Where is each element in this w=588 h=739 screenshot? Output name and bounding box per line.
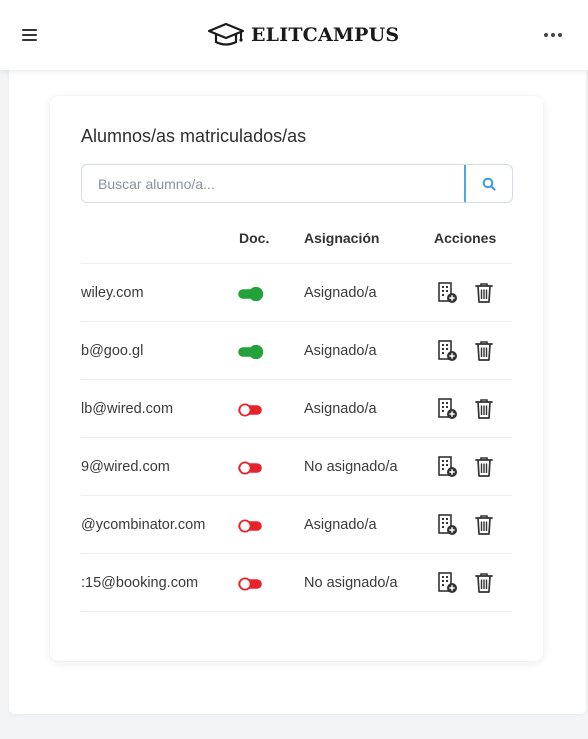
assignment-status: Asignado/a [304,517,377,533]
students-table: Doc. Asignación Acciones wiley.com Asigna… [81,224,512,612]
student-email: wiley.com [81,285,144,301]
doc-toggle-off[interactable] [238,403,264,417]
doc-toggle-off[interactable] [238,461,264,475]
search-button[interactable] [464,165,512,202]
card-title: Alumnos/as matriculados/as [81,126,307,146]
table-row: lb@wired.com Asignado/a [81,380,512,438]
assignment-status: No asignado/a [304,575,398,591]
building-add-icon[interactable] [437,571,459,595]
row-actions [436,455,496,479]
column-header-actions: Acciones [434,230,497,246]
column-header-doc: Doc. [239,230,270,246]
doc-toggle-on[interactable] [238,344,264,360]
hamburger-menu-icon[interactable] [22,27,40,43]
doc-toggle-off[interactable] [238,519,264,533]
table-row: @ycombinator.com Asignado/a [81,496,512,554]
brand-name: ELITCAMPUS [251,24,400,46]
assignment-status: Asignado/a [304,401,377,417]
student-email: 9@wired.com [81,459,170,475]
graduation-cap-icon [207,22,245,46]
assignment-status: Asignado/a [304,343,377,359]
more-horizontal-icon[interactable] [541,25,565,43]
table-row: 9@wired.com No asignado/a [81,438,512,496]
row-actions [436,397,496,421]
column-header-assignment: Asignación [304,230,380,246]
row-actions [436,571,496,595]
trash-icon[interactable] [473,571,495,595]
assignment-status: No asignado/a [304,459,398,475]
trash-icon[interactable] [473,339,495,363]
student-email: :15@booking.com [81,575,199,591]
building-add-icon[interactable] [437,281,459,305]
student-email: b@goo.gl [81,343,144,359]
building-add-icon[interactable] [437,339,459,363]
row-actions [436,513,496,537]
search-box [81,164,513,203]
top-bar: ELITCAMPUS [0,0,588,70]
student-email: lb@wired.com [81,401,174,417]
row-actions [436,339,496,363]
table-header: Doc. Asignación Acciones [81,224,512,264]
building-add-icon[interactable] [437,513,459,537]
row-actions [436,281,496,305]
assignment-status: Asignado/a [304,285,377,301]
table-row: wiley.com Asignado/a [81,264,512,322]
trash-icon[interactable] [473,513,495,537]
trash-icon[interactable] [473,281,495,305]
brand-logo[interactable]: ELITCAMPUS [207,20,399,50]
building-add-icon[interactable] [437,397,459,421]
student-email: @ycombinator.com [81,517,206,533]
trash-icon[interactable] [473,397,495,421]
table-body: wiley.com Asignado/a b@goo.gl Asignado/a lb@… [81,264,512,612]
table-row: :15@booking.com No asignado/a [81,554,512,612]
doc-toggle-on[interactable] [238,286,264,302]
building-add-icon[interactable] [437,455,459,479]
search-icon [482,177,496,191]
table-row: b@goo.gl Asignado/a [81,322,512,380]
doc-toggle-off[interactable] [238,577,264,591]
search-input[interactable] [82,165,466,202]
students-card: Alumnos/as matriculados/as Doc. Asignaci… [50,96,543,661]
trash-icon[interactable] [473,455,495,479]
